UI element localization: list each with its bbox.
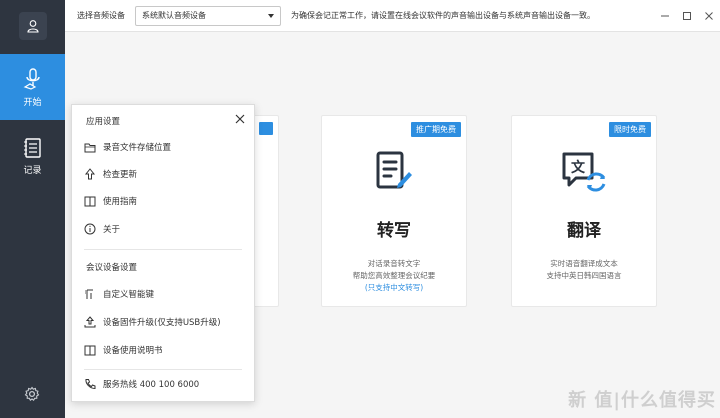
- sidebar-item-records[interactable]: 记录: [0, 126, 65, 186]
- audio-device-label: 选择音频设备: [77, 11, 125, 20]
- maximize-button[interactable]: [676, 0, 698, 32]
- sidebar: 开始 记录: [0, 0, 65, 418]
- chevron-down-icon: [268, 13, 274, 18]
- divider: [84, 369, 242, 370]
- close-icon: [235, 114, 245, 124]
- menu-item-storage-location[interactable]: 录音文件存储位置: [84, 138, 244, 156]
- watermark: 新 值|什么值得买: [568, 390, 716, 411]
- firmware-upload-icon: [84, 316, 96, 328]
- user-icon: [26, 20, 39, 33]
- menu-item-check-update[interactable]: 检查更新: [84, 165, 244, 183]
- folder-icon: [84, 143, 96, 152]
- section-title-app: 应用设置: [86, 117, 121, 127]
- microphone-hand-icon: [23, 67, 40, 90]
- upload-arrow-icon: [84, 168, 96, 180]
- card-desc: 对话录音转文字: [367, 259, 421, 268]
- divider: [84, 249, 242, 250]
- card-badge: 推广期免费: [411, 122, 461, 137]
- close-icon: [705, 12, 713, 20]
- menu-item-smart-key[interactable]: 自定义智能键: [84, 285, 244, 303]
- card-desc: 帮助您高效整理会议纪要: [352, 271, 436, 280]
- notebook-icon: [23, 137, 41, 158]
- menu-item-firmware-upgrade[interactable]: 设备固件升级(仅支持USB升级): [84, 313, 244, 331]
- sidebar-item-label: 记录: [23, 165, 42, 176]
- card-desc: 实时语音翻译成文本: [550, 259, 618, 268]
- translate-icon: 文: [562, 152, 606, 192]
- book-icon: [84, 196, 96, 206]
- document-pen-icon: [376, 151, 412, 189]
- phone-icon: [85, 379, 96, 390]
- card-note: (只支持中文转写): [364, 283, 424, 292]
- card-title: 转写: [377, 221, 411, 241]
- section-title-device: 会议设备设置: [86, 263, 138, 273]
- top-bar: 选择音频设备 系统默认音频设备 为确保会记正常工作，请设置在线会议软件的声音输出…: [65, 0, 720, 32]
- feature-card-transcribe[interactable]: 推广期免费 转写 对话录音转文字 帮助您高效整理会议纪要 (只支持中文转写): [321, 115, 467, 307]
- menu-item-device-manual[interactable]: 设备使用说明书: [84, 341, 244, 359]
- user-avatar[interactable]: [0, 0, 65, 52]
- settings-button[interactable]: [22, 384, 42, 404]
- minimize-icon: [661, 15, 669, 17]
- menu-item-hotline[interactable]: 服务热线 400 100 6000: [84, 375, 244, 393]
- sidebar-item-start[interactable]: 开始: [0, 54, 65, 120]
- close-button[interactable]: [698, 0, 720, 32]
- menu-item-user-guide[interactable]: 使用指南: [84, 192, 244, 210]
- feature-card-translate[interactable]: 限时免费 文 翻译 实时语音翻译成文本 支持中英日韩四国语言: [511, 115, 657, 307]
- audio-device-value: 系统默认音频设备: [142, 11, 206, 20]
- settings-popup: 应用设置 录音文件存储位置 检查更新 使用指南 关于 会议设备设置 自定义智能键…: [71, 104, 255, 402]
- audio-device-select[interactable]: 系统默认音频设备: [135, 5, 281, 26]
- card-title: 翻译: [567, 221, 601, 241]
- window-controls: [654, 0, 720, 32]
- gear-icon: [24, 386, 40, 402]
- info-icon: [84, 223, 96, 235]
- notice-text: 为确保会记正常工作，请设置在线会议软件的声音输出设备与系统声音输出设备一致。: [291, 11, 595, 20]
- sidebar-item-label: 开始: [23, 97, 42, 108]
- menu-item-about[interactable]: 关于: [84, 220, 244, 238]
- popup-close-button[interactable]: [234, 113, 246, 125]
- minimize-button[interactable]: [654, 0, 676, 32]
- svg-text:文: 文: [571, 159, 586, 176]
- book-icon: [84, 345, 96, 355]
- card-badge: [259, 122, 273, 135]
- card-badge: 限时免费: [609, 122, 651, 137]
- card-desc: 支持中英日韩四国语言: [546, 271, 622, 280]
- smart-key-icon: [85, 289, 93, 299]
- maximize-icon: [683, 12, 691, 20]
